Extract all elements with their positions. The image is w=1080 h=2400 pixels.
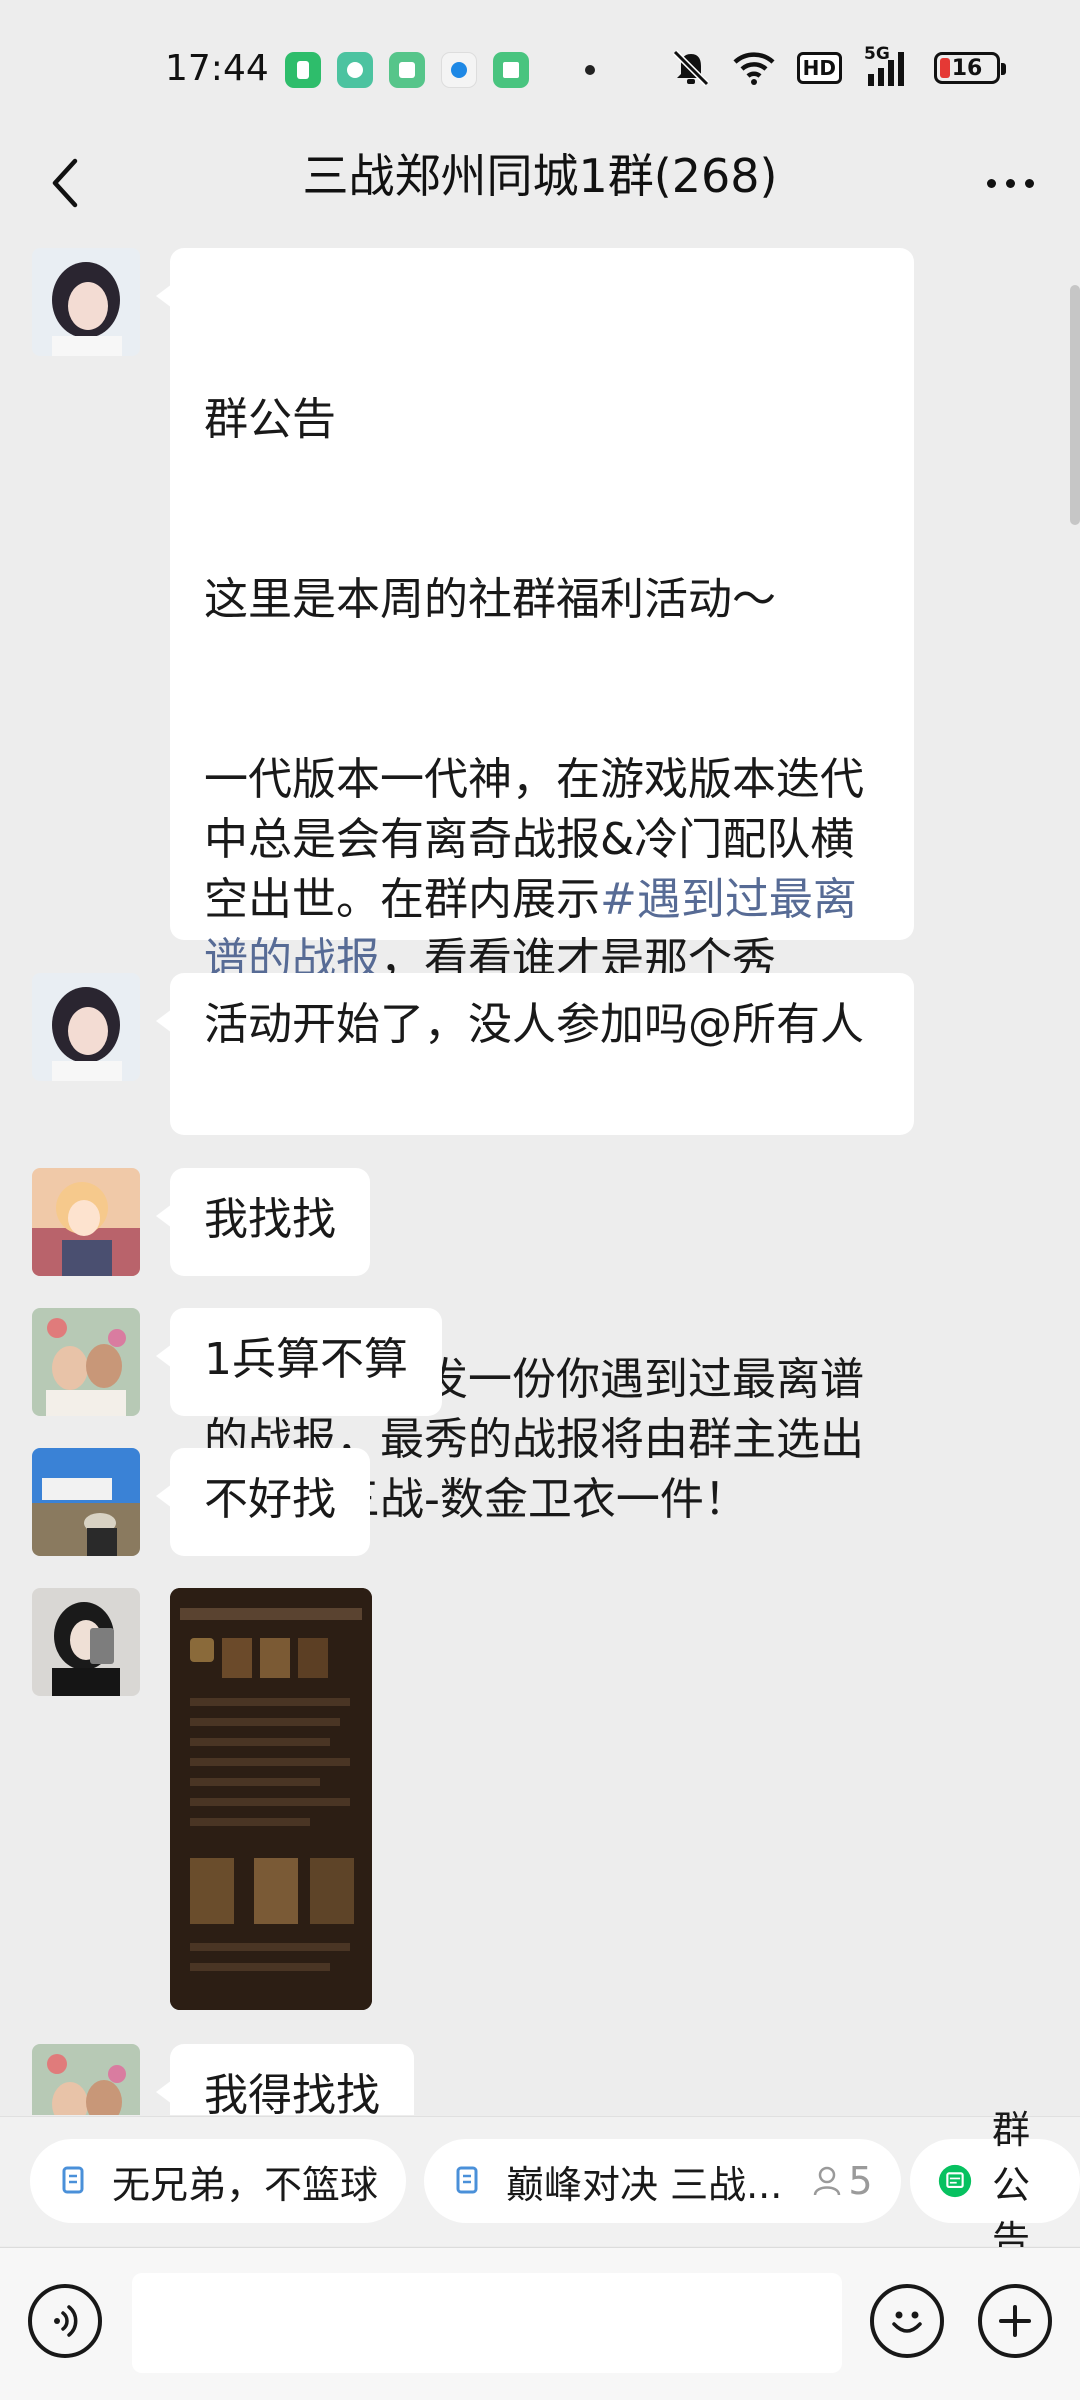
battery-icon: 16: [934, 52, 1006, 84]
system-status: HD 5G 16: [671, 44, 1006, 86]
teal-app-icon: [337, 52, 373, 88]
blue-circle-app-icon: [441, 52, 477, 88]
pinned-chip[interactable]: 巅峰对决 三战... 5: [424, 2139, 901, 2223]
wifi-icon: [733, 52, 775, 85]
more-dot-icon: [1005, 178, 1015, 188]
avatar[interactable]: [32, 248, 140, 356]
more-dot-icon: [986, 178, 996, 188]
announcement-icon: [938, 2164, 972, 2198]
status-bar: 17:44 HD 5G 16: [0, 0, 1080, 140]
avatar-girl: [32, 973, 140, 1081]
message-bubble[interactable]: 活动开始了，没人参加吗@所有人: [156, 973, 914, 1135]
avatar[interactable]: [32, 973, 140, 1081]
pinned-chip[interactable]: 无兄弟，不篮球: [30, 2139, 407, 2223]
scrollbar[interactable]: [1070, 285, 1080, 525]
chip-label: 巅峰对决 三战...: [506, 2162, 783, 2207]
avatar[interactable]: [32, 1168, 140, 1276]
message-bubble[interactable]: 不好找: [156, 1448, 370, 1556]
message-bubble[interactable]: 我得找找: [156, 2044, 414, 2115]
voice-icon: [54, 2305, 78, 2337]
avatar[interactable]: [32, 1448, 140, 1556]
avatar-couple: [32, 2044, 140, 2115]
mute-bell-icon: [672, 50, 709, 86]
avatar[interactable]: [32, 1308, 140, 1416]
chat-title: 三战郑州同城1群(268): [302, 149, 778, 203]
voice-input-button[interactable]: [28, 2284, 102, 2358]
message-input[interactable]: [132, 2273, 842, 2373]
chip-label: 无兄弟，不篮球: [112, 2162, 379, 2207]
more-dot-icon: [1024, 178, 1034, 188]
avatar-anime: [32, 1168, 140, 1276]
notification-icons: [285, 52, 595, 88]
avatar[interactable]: [32, 2044, 140, 2115]
emoji-icon: [892, 2311, 922, 2333]
green-square-app-icon: [389, 52, 425, 88]
more-options-button[interactable]: [970, 148, 1050, 218]
avatar[interactable]: [32, 1588, 140, 1696]
green-app-icon: [285, 52, 321, 88]
input-bar: [0, 2247, 1080, 2400]
image-message[interactable]: [170, 1588, 372, 2010]
chip-label: 群公告: [992, 2107, 1031, 2262]
green-notes-app-icon: [493, 52, 529, 88]
member-count: 5: [812, 2159, 873, 2203]
avatar-landscape: [32, 1448, 140, 1556]
announcement-line: 这里是本周的社群福利活动～: [204, 574, 776, 625]
message-bubble[interactable]: 1兵算不算: [156, 1308, 442, 1416]
announcement-bubble[interactable]: 群公告 这里是本周的社群福利活动～ 一代版本一代神，在游戏版本迭代 中总是会有离…: [156, 248, 914, 1525]
status-time: 17:44: [165, 48, 269, 89]
emoji-button[interactable]: [870, 2284, 944, 2358]
member-count-value: 5: [848, 2159, 873, 2203]
plus-icon: [999, 2305, 1031, 2337]
doc-icon: [452, 2164, 486, 2198]
chat-message-list[interactable]: 群公告 这里是本周的社群福利活动～ 一代版本一代神，在游戏版本迭代 中总是会有离…: [0, 240, 1080, 2115]
message-bubble[interactable]: 我找找: [156, 1168, 370, 1276]
battery-level: 16: [951, 55, 983, 81]
avatar-couple: [32, 1308, 140, 1416]
avatar-dark-hair: [32, 1588, 140, 1696]
doc-icon: [58, 2164, 92, 2198]
pinned-shortcuts-bar: 无兄弟，不篮球 巅峰对决 三战... 5 群公告: [0, 2108, 1080, 2262]
pinned-chip[interactable]: 群公告: [910, 2108, 1080, 2262]
hd-badge: HD: [796, 52, 842, 84]
more-functions-button[interactable]: [978, 2284, 1052, 2358]
person-icon: [814, 2166, 841, 2196]
cellular-signal-icon: 5G: [864, 44, 912, 86]
more-notifications-icon: [585, 65, 595, 75]
navigation-bar: 三战郑州同城1群(268): [0, 130, 1080, 230]
announcement-title: 群公告: [204, 394, 336, 445]
avatar-girl: [32, 248, 140, 356]
game-battle-report-screenshot: [170, 1588, 372, 2010]
